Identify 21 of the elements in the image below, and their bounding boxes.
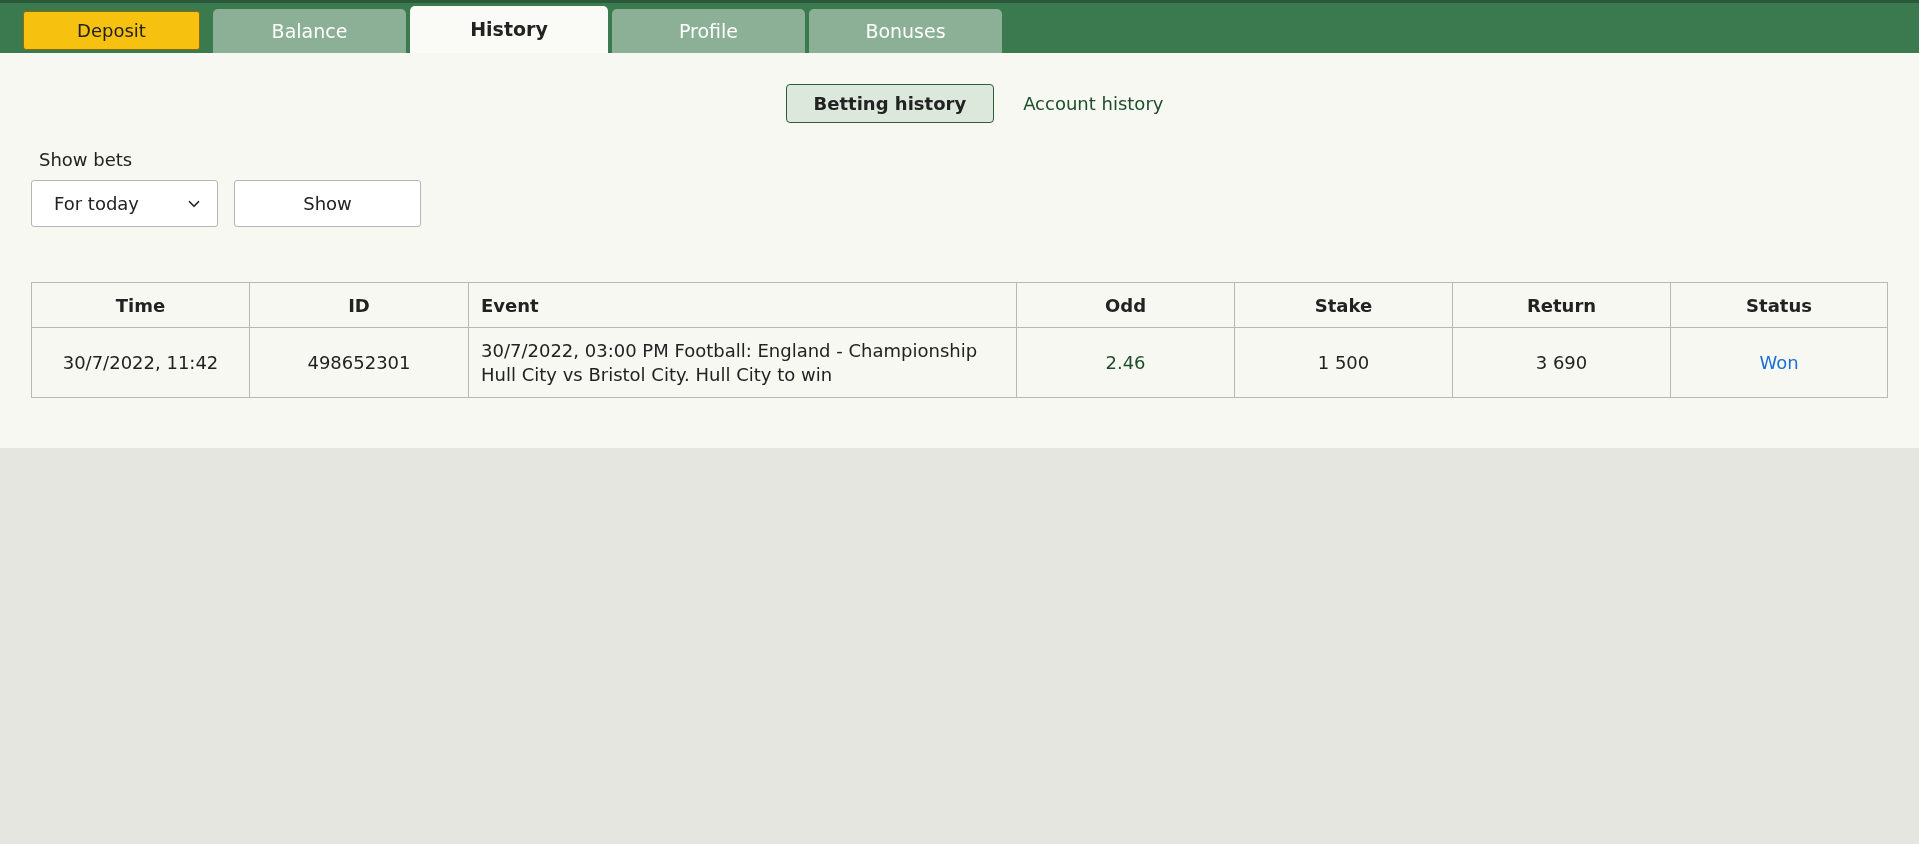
- stake-cell: 1 500: [1234, 327, 1453, 398]
- column-header: ID: [249, 282, 469, 328]
- column-header: Stake: [1234, 282, 1453, 328]
- odd-cell: 2.46: [1016, 327, 1235, 398]
- history-tab[interactable]: Betting history: [785, 84, 995, 123]
- event-cell: 30/7/2022, 03:00 PM Football: England - Championship Hull City vs Bristol City. Hull City to win: [468, 327, 1017, 398]
- show-button[interactable]: Show: [234, 180, 421, 227]
- show-bets-label: Show bets: [39, 149, 133, 170]
- time-cell: 30/7/2022, 11:42: [31, 327, 250, 398]
- return-cell: 3 690: [1452, 327, 1671, 398]
- column-header: Time: [31, 282, 250, 328]
- status-cell: Won: [1670, 327, 1888, 398]
- column-header: Return: [1452, 282, 1671, 328]
- column-header: Status: [1670, 282, 1888, 328]
- bet-id-cell: 498652301: [249, 327, 469, 398]
- nav-tab[interactable]: History: [410, 6, 608, 53]
- deposit-button[interactable]: Deposit: [23, 11, 200, 50]
- column-header: Odd: [1016, 282, 1235, 328]
- period-select[interactable]: For today: [31, 180, 218, 227]
- history-tab[interactable]: Account history: [1023, 84, 1164, 123]
- column-header: Event: [468, 282, 1017, 328]
